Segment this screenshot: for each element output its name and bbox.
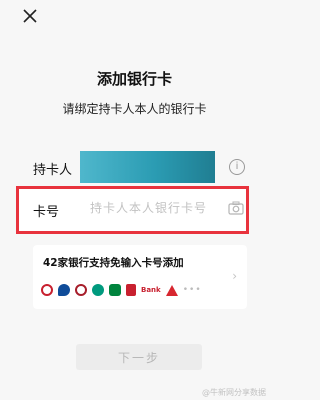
chevron-right-icon: › — [232, 269, 237, 283]
cardholder-name-field[interactable] — [80, 151, 215, 183]
icbc-logo-icon — [41, 284, 53, 296]
supported-banks-text: 42家银行支持免输入卡号添加 — [43, 257, 184, 269]
cardholder-label: 持卡人 — [33, 163, 73, 178]
next-step-button[interactable]: 下一步 — [76, 344, 202, 370]
more-dots: ••• — [182, 285, 202, 295]
supported-banks-banner[interactable]: 42家银行支持免输入卡号添加 › Bank ••• — [33, 245, 247, 309]
bank-text-logo: Bank — [141, 286, 161, 294]
page-title: 添加银行卡 — [96, 70, 172, 88]
card-number-label: 卡号 — [33, 205, 60, 220]
page-subtitle: 请绑定持卡人本人的银行卡 — [62, 102, 207, 116]
spdb-logo-icon — [126, 284, 136, 296]
card-number-input[interactable] — [90, 199, 215, 217]
watermark: @牛新网分享数据 — [202, 388, 266, 397]
close-icon[interactable] — [22, 8, 38, 24]
boc-logo-icon — [75, 284, 87, 296]
bank-logos: Bank ••• — [41, 283, 202, 297]
abc-logo-icon — [92, 284, 104, 296]
psbc-logo-icon — [109, 284, 121, 296]
ccb-logo-icon — [58, 284, 70, 296]
info-icon[interactable]: i — [229, 159, 245, 175]
cmb-logo-icon — [165, 284, 178, 296]
camera-icon[interactable] — [228, 201, 244, 215]
